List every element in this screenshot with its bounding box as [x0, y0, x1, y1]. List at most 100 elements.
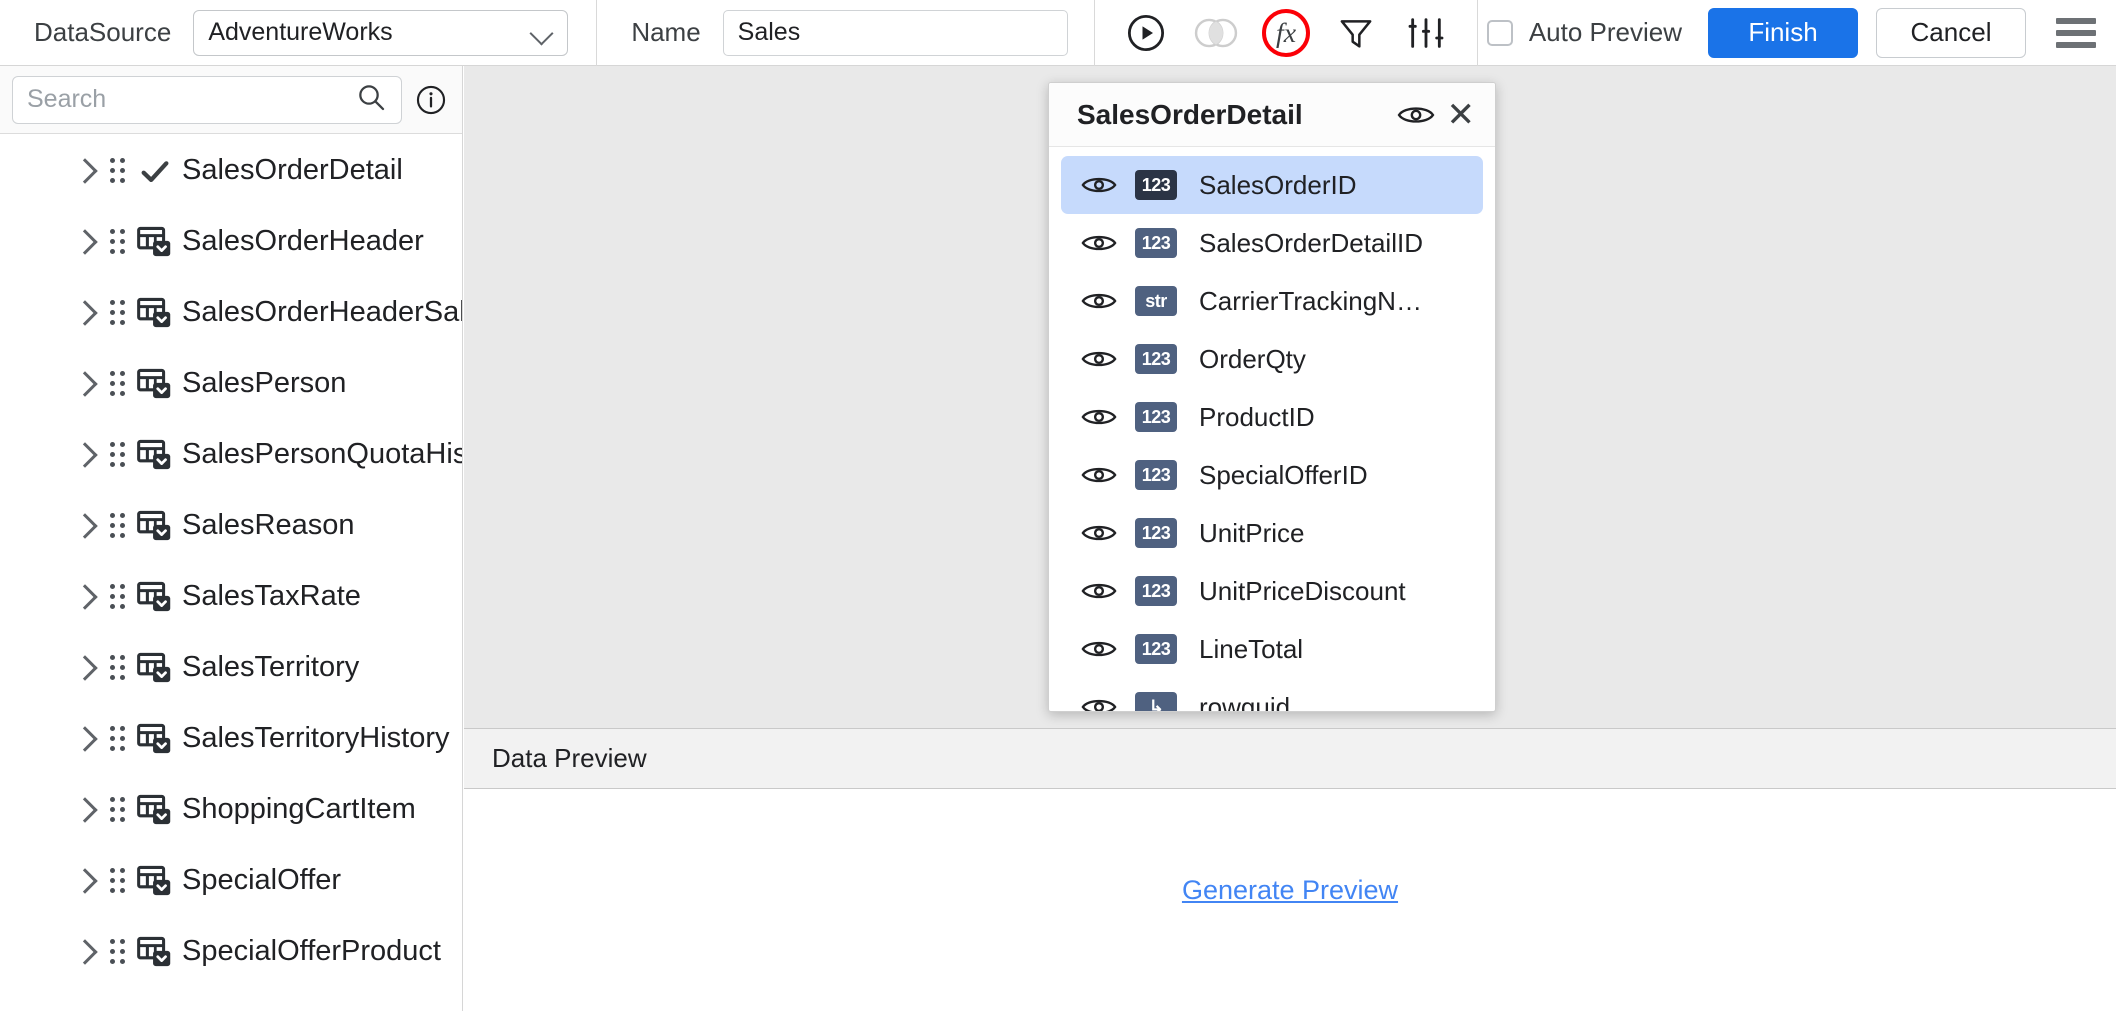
eye-icon[interactable]: [1081, 637, 1125, 661]
search-icon[interactable]: [355, 81, 387, 118]
sidebar-item-specialoffer[interactable]: SpecialOffer: [0, 845, 462, 916]
sidebar-item-salesorderheader[interactable]: SalesOrderHeader: [0, 206, 462, 277]
close-icon[interactable]: ✕: [1447, 98, 1476, 132]
drag-handle[interactable]: [102, 584, 132, 609]
name-group: Name Sales: [597, 0, 1068, 66]
field-popup-title: SalesOrderDetail: [1077, 98, 1303, 130]
join-icon[interactable]: [1193, 10, 1239, 56]
drag-handle[interactable]: [102, 158, 132, 183]
drag-handle[interactable]: [102, 726, 132, 751]
sidebar-item-shoppingcartitem[interactable]: ShoppingCartItem: [0, 774, 462, 845]
finish-button[interactable]: Finish: [1708, 7, 1858, 58]
table-dropdown-icon: [132, 508, 178, 544]
field-type-badge: 123: [1135, 576, 1177, 606]
sidebar-item-label: SalesReason: [182, 509, 355, 541]
table-dropdown-icon: [132, 863, 178, 899]
datasource-select[interactable]: AdventureWorks: [193, 9, 569, 56]
name-input[interactable]: Sales: [722, 9, 1068, 56]
toolbar-actions: Auto Preview Finish Cancel: [1486, 7, 2116, 58]
drag-handle-icon[interactable]: [109, 300, 125, 325]
drag-handle-icon[interactable]: [109, 442, 125, 467]
chevron-right-icon[interactable]: [68, 580, 102, 614]
hamburger-menu-icon[interactable]: [2056, 17, 2096, 48]
field-item-specialofferid[interactable]: 123 SpecialOfferID: [1061, 446, 1483, 504]
eye-icon[interactable]: [1081, 579, 1125, 603]
drag-handle[interactable]: [102, 513, 132, 538]
cancel-button[interactable]: Cancel: [1876, 7, 2026, 58]
drag-handle-icon[interactable]: [109, 584, 125, 609]
sidebar-item-salesperson[interactable]: SalesPerson: [0, 348, 462, 419]
drag-handle-icon[interactable]: [109, 797, 125, 822]
auto-preview-checkbox[interactable]: [1486, 19, 1513, 46]
sidebar-item-salesorderheadersalesreason[interactable]: SalesOrderHeaderSalesReason: [0, 277, 462, 348]
field-item-unitprice[interactable]: 123 UnitPrice: [1061, 504, 1483, 562]
eye-icon[interactable]: [1081, 231, 1125, 255]
fx-formula-icon[interactable]: fx: [1261, 8, 1310, 57]
drag-handle-icon[interactable]: [109, 513, 125, 538]
drag-handle[interactable]: [102, 300, 132, 325]
eye-icon[interactable]: [1081, 695, 1125, 711]
sidebar-item-salesterritory[interactable]: SalesTerritory: [0, 632, 462, 703]
eye-icon[interactable]: [1081, 463, 1125, 487]
eye-icon[interactable]: [1081, 405, 1125, 429]
drag-handle-icon[interactable]: [109, 655, 125, 680]
field-name: SalesOrderID: [1199, 169, 1357, 200]
run-preview-icon[interactable]: [1123, 10, 1169, 56]
sidebar-search-row: Search: [0, 66, 462, 134]
eye-icon[interactable]: [1081, 173, 1125, 197]
auto-preview-toggle[interactable]: Auto Preview: [1486, 17, 1682, 48]
chevron-right-icon[interactable]: [68, 225, 102, 259]
field-item-orderqty[interactable]: 123 OrderQty: [1061, 330, 1483, 388]
drag-handle-icon[interactable]: [109, 158, 125, 183]
chevron-right-icon[interactable]: [68, 722, 102, 756]
drag-handle-icon[interactable]: [109, 371, 125, 396]
drag-handle[interactable]: [102, 655, 132, 680]
field-item-linetotal[interactable]: 123 LineTotal: [1061, 620, 1483, 678]
settings-sliders-icon[interactable]: [1403, 10, 1449, 56]
datasource-group: DataSource AdventureWorks: [0, 0, 569, 66]
search-input[interactable]: Search: [12, 75, 402, 124]
chevron-right-icon[interactable]: [68, 935, 102, 969]
field-item-carriertrackingn[interactable]: str CarrierTrackingN…: [1061, 272, 1483, 330]
drag-handle-icon[interactable]: [109, 229, 125, 254]
drag-handle[interactable]: [102, 229, 132, 254]
sidebar-item-specialofferproduct[interactable]: SpecialOfferProduct: [0, 916, 462, 987]
field-item-salesorderid[interactable]: 123 SalesOrderID: [1061, 156, 1483, 214]
table-dropdown-icon: [132, 579, 178, 615]
field-name: CarrierTrackingN…: [1199, 285, 1422, 316]
drag-handle[interactable]: [102, 442, 132, 467]
eye-icon[interactable]: [1081, 289, 1125, 313]
sidebar-item-salespersonquotahistory[interactable]: SalesPersonQuotaHistory: [0, 419, 462, 490]
info-circle-icon[interactable]: [414, 83, 448, 117]
field-item-productid[interactable]: 123 ProductID: [1061, 388, 1483, 446]
drag-handle-icon[interactable]: [109, 726, 125, 751]
sidebar-item-salesterritoryhistory[interactable]: SalesTerritoryHistory: [0, 703, 462, 774]
eye-icon[interactable]: [1081, 347, 1125, 371]
chevron-right-icon[interactable]: [68, 651, 102, 685]
field-item-salesorderdetailid[interactable]: 123 SalesOrderDetailID: [1061, 214, 1483, 272]
drag-handle[interactable]: [102, 939, 132, 964]
eye-icon[interactable]: [1081, 521, 1125, 545]
data-preview-body: Generate Preview: [464, 790, 2116, 1011]
chevron-right-icon[interactable]: [68, 864, 102, 898]
chevron-right-icon[interactable]: [68, 367, 102, 401]
sidebar-item-salesorderdetail[interactable]: SalesOrderDetail: [0, 135, 462, 206]
sidebar-item-salesreason[interactable]: SalesReason: [0, 490, 462, 561]
chevron-right-icon[interactable]: [68, 438, 102, 472]
datasource-label: DataSource: [34, 17, 172, 47]
generate-preview-link[interactable]: Generate Preview: [1182, 875, 1398, 906]
sidebar-item-salestaxrate[interactable]: SalesTaxRate: [0, 561, 462, 632]
drag-handle[interactable]: [102, 868, 132, 893]
chevron-right-icon[interactable]: [68, 296, 102, 330]
field-item-rowguid[interactable]: ↳ rowguid: [1061, 678, 1483, 711]
drag-handle[interactable]: [102, 371, 132, 396]
eye-icon[interactable]: [1395, 94, 1437, 136]
drag-handle-icon[interactable]: [109, 868, 125, 893]
drag-handle[interactable]: [102, 797, 132, 822]
chevron-right-icon[interactable]: [68, 793, 102, 827]
chevron-right-icon[interactable]: [68, 154, 102, 188]
chevron-right-icon[interactable]: [68, 509, 102, 543]
field-item-unitpricediscount[interactable]: 123 UnitPriceDiscount: [1061, 562, 1483, 620]
drag-handle-icon[interactable]: [109, 939, 125, 964]
filter-icon[interactable]: [1333, 10, 1379, 56]
